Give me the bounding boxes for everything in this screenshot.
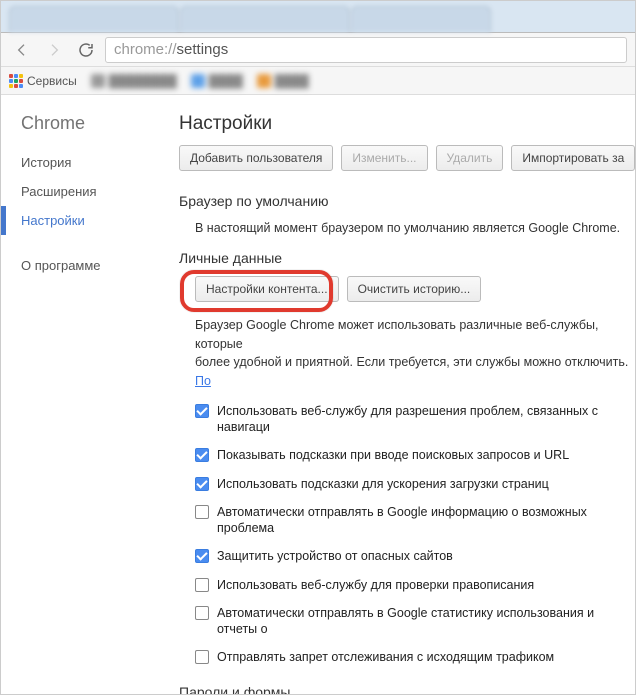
back-button[interactable] bbox=[9, 37, 35, 63]
clear-history-button[interactable]: Очистить историю... bbox=[347, 276, 482, 302]
bookmarks-bar: Сервисы ████████ ████ ████ bbox=[1, 67, 635, 95]
forward-button[interactable] bbox=[41, 37, 67, 63]
checkbox-label: Использовать подсказки для ускорения заг… bbox=[217, 476, 549, 492]
bookmark-item[interactable]: ████ bbox=[191, 74, 243, 88]
apps-icon bbox=[9, 74, 23, 88]
users-button-row: Добавить пользователя Изменить... Удалит… bbox=[179, 145, 635, 171]
section-default-browser-heading: Браузер по умолчанию bbox=[179, 193, 635, 209]
bookmark-item[interactable]: ████ bbox=[257, 74, 309, 88]
checkbox-row: Защитить устройство от опасных сайтов bbox=[195, 548, 635, 564]
page-title: Настройки bbox=[179, 113, 635, 135]
address-bar[interactable]: chrome://settings bbox=[105, 37, 627, 63]
checkbox-row: Использовать веб-службу для проверки пра… bbox=[195, 577, 635, 593]
bookmark-item[interactable]: ████████ bbox=[91, 74, 177, 88]
url-scheme: chrome:// bbox=[114, 41, 177, 58]
checkbox-label: Показывать подсказки при вводе поисковых… bbox=[217, 447, 569, 463]
settings-main: Настройки Добавить пользователя Изменить… bbox=[161, 95, 635, 694]
checkbox-label: Автоматически отправлять в Google статис… bbox=[217, 605, 635, 638]
add-user-button[interactable]: Добавить пользователя bbox=[179, 145, 333, 171]
checkbox-label: Автоматически отправлять в Google информ… bbox=[217, 504, 635, 537]
learn-more-link[interactable]: По bbox=[195, 374, 211, 388]
checkbox-label: Использовать веб-службу для проверки пра… bbox=[217, 577, 534, 593]
checkbox-label: Защитить устройство от опасных сайтов bbox=[217, 548, 453, 564]
privacy-checkbox-3[interactable] bbox=[195, 505, 209, 519]
privacy-checkbox-7[interactable] bbox=[195, 650, 209, 664]
privacy-checkbox-4[interactable] bbox=[195, 549, 209, 563]
settings-layout: Chrome История Расширения Настройки О пр… bbox=[1, 95, 635, 694]
checkbox-row: Автоматически отправлять в Google информ… bbox=[195, 504, 635, 537]
sidebar-item-settings[interactable]: Настройки bbox=[1, 206, 161, 235]
default-browser-text: В настоящий момент браузером по умолчани… bbox=[179, 219, 635, 238]
url-path: settings bbox=[177, 41, 229, 58]
browser-tab[interactable] bbox=[9, 6, 179, 32]
checkbox-row: Автоматически отправлять в Google статис… bbox=[195, 605, 635, 638]
privacy-checkbox-0[interactable] bbox=[195, 404, 209, 418]
edit-user-button[interactable]: Изменить... bbox=[341, 145, 427, 171]
section-personal-data-heading: Личные данные bbox=[179, 250, 635, 266]
privacy-checkbox-2[interactable] bbox=[195, 477, 209, 491]
section-passwords-heading: Пароли и формы bbox=[179, 684, 635, 695]
import-button[interactable]: Импортировать за bbox=[511, 145, 635, 171]
browser-tab[interactable] bbox=[351, 6, 491, 32]
personal-data-description: Браузер Google Chrome может использовать… bbox=[179, 316, 635, 391]
delete-user-button[interactable]: Удалить bbox=[436, 145, 504, 171]
privacy-checkbox-5[interactable] bbox=[195, 578, 209, 592]
tab-strip bbox=[1, 1, 635, 33]
toolbar: chrome://settings bbox=[1, 33, 635, 67]
brand-title: Chrome bbox=[1, 113, 161, 148]
sidebar-item-history[interactable]: История bbox=[1, 148, 161, 177]
checkbox-row: Использовать подсказки для ускорения заг… bbox=[195, 476, 635, 492]
personal-data-buttons: Настройки контента... Очистить историю..… bbox=[179, 276, 635, 302]
checkbox-row: Показывать подсказки при вводе поисковых… bbox=[195, 447, 635, 463]
checkbox-label: Использовать веб-службу для разрешения п… bbox=[217, 403, 635, 436]
privacy-checkbox-1[interactable] bbox=[195, 448, 209, 462]
checkbox-row: Использовать веб-службу для разрешения п… bbox=[195, 403, 635, 436]
checkbox-label: Отправлять запрет отслеживания с исходящ… bbox=[217, 649, 554, 665]
browser-tab[interactable] bbox=[180, 6, 350, 32]
reload-button[interactable] bbox=[73, 37, 99, 63]
sidebar-item-extensions[interactable]: Расширения bbox=[1, 177, 161, 206]
checkbox-row: Отправлять запрет отслеживания с исходящ… bbox=[195, 649, 635, 665]
sidebar-item-about[interactable]: О программе bbox=[1, 251, 161, 280]
privacy-checkbox-6[interactable] bbox=[195, 606, 209, 620]
content-settings-button[interactable]: Настройки контента... bbox=[195, 276, 339, 302]
sidebar: Chrome История Расширения Настройки О пр… bbox=[1, 95, 161, 694]
apps-shortcut[interactable]: Сервисы bbox=[9, 74, 77, 88]
apps-label: Сервисы bbox=[27, 74, 77, 88]
